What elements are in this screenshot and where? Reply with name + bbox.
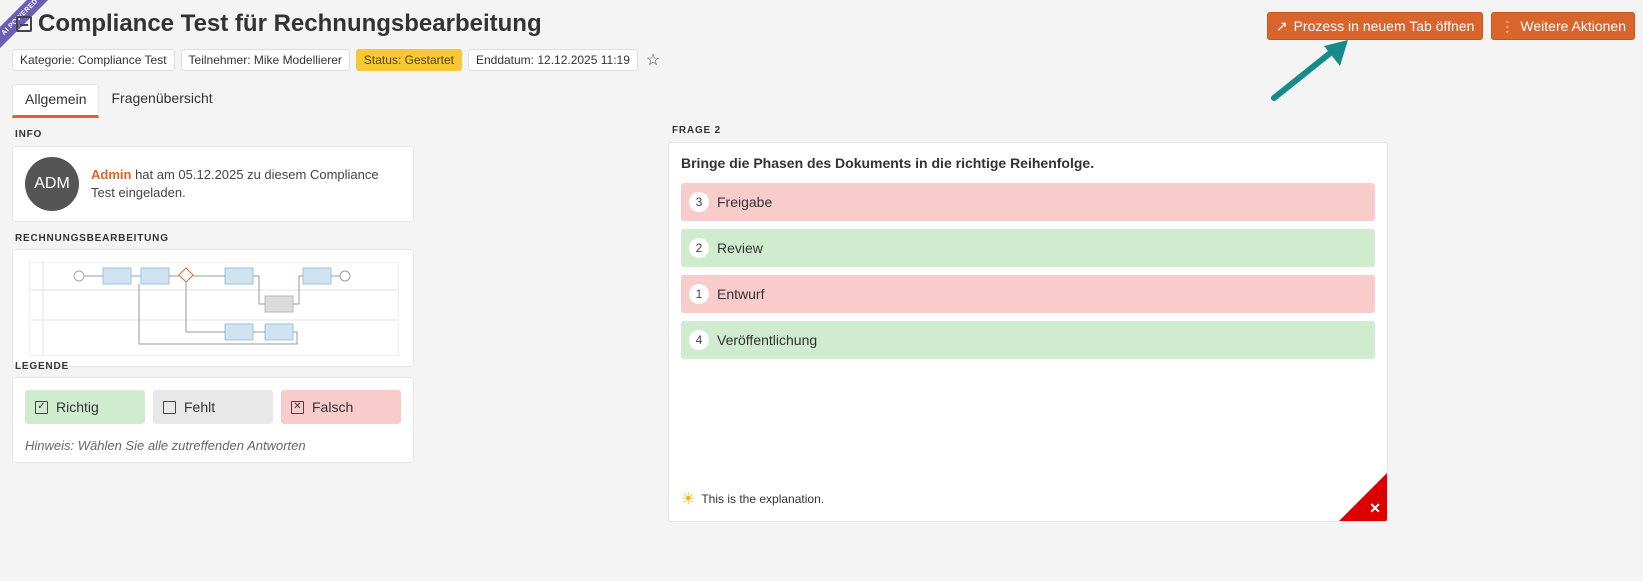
- answer-number: 3: [689, 192, 709, 212]
- legend-correct: ✓ Richtig: [25, 390, 145, 424]
- external-link-icon: ↗: [1275, 17, 1288, 34]
- open-in-new-tab-label: Prozess in neuem Tab öffnen: [1293, 18, 1475, 34]
- more-actions-button[interactable]: ⋮ Weitere Aktionen: [1491, 12, 1635, 40]
- process-diagram: [28, 261, 400, 357]
- answer-item[interactable]: 4 Veröffentlichung: [681, 321, 1375, 359]
- question-section-label: FRAGE 2: [672, 125, 721, 136]
- more-actions-label: Weitere Aktionen: [1520, 18, 1626, 34]
- question-card: Bringe die Phasen des Dokuments in die r…: [668, 142, 1388, 522]
- answer-item[interactable]: 1 Entwurf: [681, 275, 1375, 313]
- legend-correct-label: Richtig: [56, 399, 99, 415]
- meta-badges: Kategorie: Compliance Test Teilnehmer: M…: [12, 49, 660, 71]
- page-title: Compliance Test für Rechnungsbearbeitung: [38, 10, 542, 37]
- end-date-badge: Enddatum: 12.12.2025 11:19: [467, 49, 638, 71]
- answer-label: Review: [717, 240, 763, 256]
- test-icon: [16, 16, 32, 32]
- legend-hint: Hinweis: Wählen Sie alle zutreffenden An…: [25, 438, 306, 453]
- legend-missing: Fehlt: [153, 390, 273, 424]
- lightbulb-icon: ☀: [681, 491, 696, 508]
- category-badge: Kategorie: Compliance Test: [12, 49, 175, 71]
- empty-box-icon: [163, 400, 176, 414]
- process-diagram-card[interactable]: [12, 249, 414, 367]
- invitation-text: Admin hat am 05.12.2025 zu diesem Compli…: [91, 166, 401, 202]
- answer-item[interactable]: 3 Freigabe: [681, 183, 1375, 221]
- answer-number: 4: [689, 330, 709, 350]
- participant-badge: Teilnehmer: Mike Modellierer: [180, 49, 350, 71]
- answer-label: Veröffentlichung: [717, 332, 818, 348]
- answer-label: Entwurf: [717, 286, 765, 302]
- answer-number: 2: [689, 238, 709, 258]
- legend-wrong: ✕ Falsch: [281, 390, 401, 424]
- tab-question-overview[interactable]: Fragenübersicht: [99, 84, 224, 118]
- incorrect-icon: ✕: [1369, 500, 1381, 516]
- answer-label: Freigabe: [717, 194, 773, 210]
- kebab-menu-icon: ⋮: [1500, 17, 1515, 34]
- annotation-arrow: [1271, 40, 1348, 101]
- answer-item[interactable]: 2 Review: [681, 229, 1375, 267]
- tab-bar: Allgemein Fragenübersicht: [12, 84, 225, 118]
- avatar: ADM: [25, 157, 79, 211]
- legend-card: ✓ Richtig Fehlt ✕ Falsch Hinweis: Wählen…: [12, 377, 414, 463]
- invitation-message: hat am 05.12.2025 zu diesem Compliance T…: [91, 167, 379, 200]
- checked-box-icon: ✓: [35, 400, 48, 414]
- info-section-label: INFO: [15, 129, 43, 140]
- admin-link[interactable]: Admin: [91, 167, 131, 182]
- page-header: Compliance Test für Rechnungsbearbeitung: [16, 10, 542, 38]
- process-section-label: RECHNUNGSBEARBEITUNG: [15, 233, 169, 244]
- info-card: ADM Admin hat am 05.12.2025 zu diesem Co…: [12, 146, 414, 222]
- explanation-text: This is the explanation.: [701, 492, 825, 506]
- answer-number: 1: [689, 284, 709, 304]
- question-text: Bringe die Phasen des Dokuments in die r…: [681, 155, 1095, 171]
- legend-missing-label: Fehlt: [184, 399, 216, 415]
- legend-items: ✓ Richtig Fehlt ✕ Falsch: [25, 390, 401, 424]
- crossed-box-icon: ✕: [291, 400, 304, 414]
- status-badge: Status: Gestartet: [355, 49, 462, 71]
- star-icon[interactable]: ☆: [646, 50, 660, 70]
- legend-section-label: LEGENDE: [15, 361, 69, 372]
- legend-wrong-label: Falsch: [312, 399, 354, 415]
- explanation: ☀ This is the explanation.: [681, 489, 824, 509]
- tab-general[interactable]: Allgemein: [12, 84, 100, 118]
